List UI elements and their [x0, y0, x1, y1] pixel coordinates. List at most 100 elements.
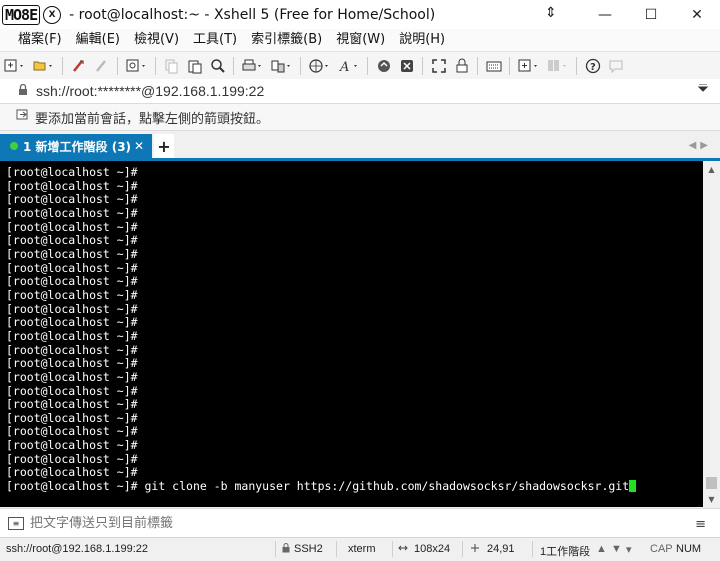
toolbar-divider	[233, 56, 234, 75]
status-cursor-position: 24,91	[487, 543, 515, 555]
compose-menu-icon[interactable]: ≡	[695, 517, 706, 532]
minimize-button[interactable]: —	[582, 0, 628, 29]
chat-icon[interactable]	[605, 55, 627, 77]
address-input[interactable]	[36, 81, 691, 101]
status-sessions: 1工作階段	[540, 546, 591, 558]
fullscreen-icon[interactable]	[428, 55, 450, 77]
xftp-icon[interactable]	[373, 55, 395, 77]
status-num: NUM	[676, 543, 702, 555]
properties-icon[interactable]	[123, 55, 151, 77]
terminal-line: [root@localhost ~]#	[6, 356, 138, 371]
terminal-line: [root@localhost ~]#	[6, 465, 138, 480]
menu-window[interactable]: 視窗(W)	[329, 29, 392, 51]
terminal-cursor	[629, 480, 637, 493]
terminal-size-icon	[398, 543, 408, 556]
compose-keyboard-icon[interactable]: ≡	[8, 516, 24, 530]
scroll-down-icon[interactable]: ▼	[703, 491, 720, 507]
terminal-line: [root@localhost ~]#	[6, 383, 138, 398]
find-icon[interactable]	[207, 55, 229, 77]
add-tab-icon[interactable]	[515, 55, 543, 77]
tab-scroll-arrows-icon[interactable]: ◀▶	[689, 140, 712, 151]
menu-bar: 檔案(F) 編輯(E) 檢視(V) 工具(T) 索引標籤(B) 視窗(W) 說明…	[0, 29, 720, 52]
terminal-prompt: [root@localhost ~]#	[6, 479, 138, 494]
terminal-line: [root@localhost ~]#	[6, 165, 138, 179]
tab-close-icon[interactable]: ✕	[134, 139, 144, 153]
transfer-icon[interactable]	[268, 55, 296, 77]
print-icon[interactable]	[239, 55, 267, 77]
logo-text: MO8E	[2, 4, 41, 25]
lock-screen-icon[interactable]	[451, 55, 473, 77]
status-divider	[275, 541, 276, 557]
address-bar	[0, 79, 720, 104]
terminal-line: [root@localhost ~]#	[6, 260, 138, 275]
paste-icon[interactable]	[184, 55, 206, 77]
status-divider	[336, 541, 337, 557]
terminal[interactable]: [root@localhost ~]# [root@localhost ~]# [r…	[0, 161, 703, 507]
svg-text:?: ?	[590, 62, 596, 73]
terminal-line: [root@localhost ~]#	[6, 410, 138, 425]
new-session-icon[interactable]	[1, 55, 29, 77]
menu-tabs[interactable]: 索引標籤(B)	[244, 29, 329, 51]
svg-text:A: A	[339, 60, 349, 74]
scrollbar-thumb[interactable]	[706, 477, 717, 489]
session-tab[interactable]: 1 新增工作階段 (3) ✕	[0, 134, 152, 158]
move-icon[interactable]: ⇕	[545, 5, 557, 21]
cursor-position-icon	[470, 543, 480, 556]
new-tab-button[interactable]: +	[154, 134, 174, 158]
terminal-line: [root@localhost ~]#	[6, 192, 138, 207]
layout-icon[interactable]	[544, 55, 572, 77]
status-size: 108x24	[414, 543, 451, 555]
toolbar-divider	[477, 56, 478, 75]
compose-input[interactable]	[30, 513, 670, 533]
session-list-icon[interactable]: ▾	[626, 543, 632, 556]
session-prev-icon[interactable]: ▲	[596, 543, 607, 555]
terminal-line: [root@localhost ~]#	[6, 397, 138, 412]
maximize-button[interactable]: ☐	[628, 0, 674, 29]
menu-help[interactable]: 說明(H)	[392, 29, 452, 51]
session-tab-label: 1 新增工作階段 (3)	[23, 139, 132, 154]
menu-view[interactable]: 檢視(V)	[127, 29, 186, 51]
status-divider	[392, 541, 393, 557]
scroll-up-icon[interactable]: ▲	[703, 161, 720, 177]
info-bar: 要添加當前會話，點擊左側的箭頭按鈕。	[0, 104, 720, 131]
address-history-arrow-icon[interactable]	[697, 83, 709, 95]
copy-icon[interactable]	[161, 55, 183, 77]
status-terminal-type: xterm	[348, 543, 376, 555]
help-icon[interactable]: ?	[582, 55, 604, 77]
terminal-line: [root@localhost ~]#	[6, 178, 138, 193]
tab-bar: 1 新增工作階段 (3) ✕ + ◀▶	[0, 131, 720, 161]
connected-status-icon	[10, 142, 18, 150]
terminal-line: [root@localhost ~]#	[6, 205, 138, 220]
xshell-icon: X	[43, 5, 62, 24]
keyboard-icon[interactable]	[483, 55, 505, 77]
globe-icon[interactable]	[306, 55, 334, 77]
menu-file[interactable]: 檔案(F)	[11, 29, 69, 51]
terminal-command: git clone -b manyuser https://github.com…	[137, 479, 630, 494]
reconnect-icon[interactable]	[68, 55, 90, 77]
window-title: - root@localhost:~ - Xshell 5 (Free for …	[69, 6, 436, 23]
app-logo: MO8E X	[2, 4, 62, 26]
terminal-line: [root@localhost ~]#	[6, 369, 138, 384]
xmanager-icon[interactable]	[396, 55, 418, 77]
menu-edit[interactable]: 編輯(E)	[69, 29, 127, 51]
terminal-line: [root@localhost ~]#	[6, 246, 138, 261]
terminal-line: [root@localhost ~]#	[6, 328, 138, 343]
font-icon[interactable]: A	[335, 55, 363, 77]
menu-tools[interactable]: 工具(T)	[186, 29, 244, 51]
add-session-arrow-icon[interactable]	[16, 108, 30, 126]
terminal-line: [root@localhost ~]#	[6, 274, 138, 289]
status-protocol: SSH2	[294, 543, 323, 555]
close-button[interactable]: ✕	[674, 0, 720, 29]
terminal-scrollbar[interactable]: ▲ ▼	[703, 161, 720, 507]
session-next-icon[interactable]: ▼	[611, 543, 622, 555]
disconnect-icon[interactable]	[91, 55, 113, 77]
open-folder-icon[interactable]	[30, 55, 58, 77]
terminal-line: [root@localhost ~]#	[6, 342, 138, 357]
terminal-line: [root@localhost ~]#	[6, 451, 138, 466]
terminal-line: [root@localhost ~]#	[6, 219, 138, 234]
toolbar-divider	[576, 56, 577, 75]
toolbar-divider	[300, 56, 301, 75]
toolbar-divider	[509, 56, 510, 75]
terminal-line: [root@localhost ~]#	[6, 287, 138, 302]
terminal-line: [root@localhost ~]#	[6, 301, 138, 316]
